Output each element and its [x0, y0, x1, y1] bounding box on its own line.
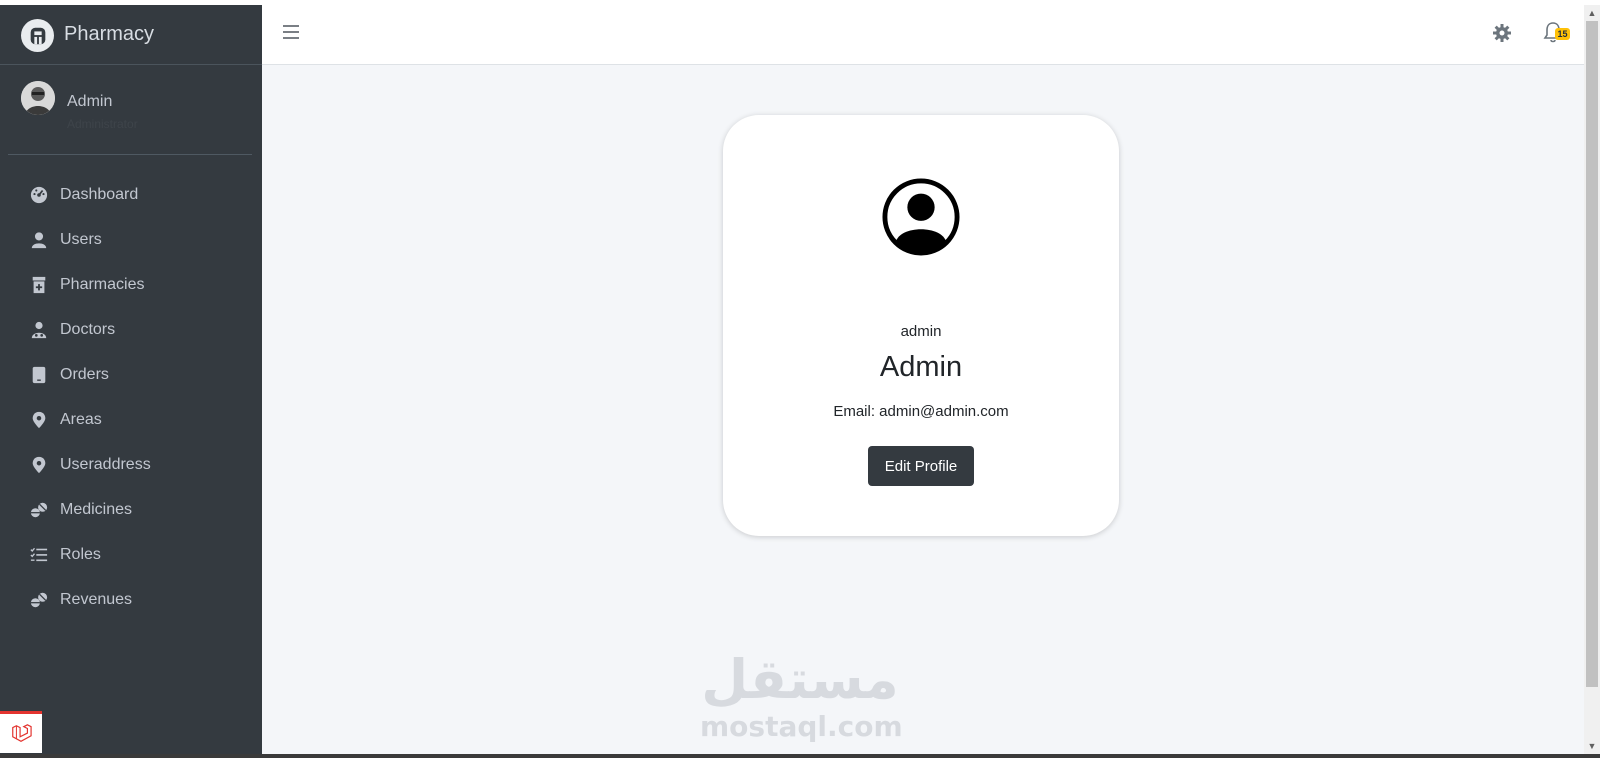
laravel-debug-badge[interactable]	[0, 711, 42, 753]
user-name[interactable]: Admin	[67, 93, 112, 111]
notification-count-badge: 15	[1555, 28, 1570, 40]
bottom-edge	[0, 754, 1600, 758]
sidebar-item-medicines[interactable]: Medicines	[0, 487, 262, 532]
pills-icon	[28, 499, 50, 521]
brand-logo-glyph	[30, 27, 45, 44]
prescription-bottle-icon	[28, 274, 50, 296]
gear-icon[interactable]	[1492, 23, 1512, 43]
sidebar-item-doctors[interactable]: Doctors	[0, 307, 262, 352]
sidebar-item-label: Areas	[60, 410, 102, 428]
sidebar-item-label: Useraddress	[60, 455, 151, 473]
brand-name: Pharmacy	[64, 23, 155, 45]
sidebar-item-label: Pharmacies	[60, 275, 145, 293]
pills-icon	[28, 589, 50, 611]
list-check-icon	[28, 544, 50, 566]
sidebar-item-useraddress[interactable]: Useraddress	[0, 442, 262, 487]
avatar	[21, 81, 55, 115]
sidebar-item-dashboard[interactable]: Dashboard	[0, 172, 262, 217]
sidebar-item-users[interactable]: Users	[0, 217, 262, 262]
sidebar-item-pharmacies[interactable]: Pharmacies	[0, 262, 262, 307]
brand-link[interactable]: Pharmacy	[0, 5, 262, 65]
tablet-icon	[28, 364, 50, 386]
sidebar-item-orders[interactable]: Orders	[0, 352, 262, 397]
sidebar-item-label: Revenues	[60, 590, 133, 608]
profile-name: Admin	[879, 351, 963, 383]
sidebar-item-roles[interactable]: Roles	[0, 532, 262, 577]
sidebar-item-revenues[interactable]: Revenues	[0, 577, 262, 622]
map-marker-icon	[28, 454, 50, 476]
menu-toggle-icon[interactable]	[283, 25, 299, 43]
watermark-arabic: مستقل	[701, 648, 899, 711]
sidebar-item-areas[interactable]: Areas	[0, 397, 262, 442]
user-doctor-icon	[28, 319, 50, 341]
watermark-latin: mostaql.com	[700, 710, 903, 743]
sidebar-item-label: Orders	[60, 365, 109, 383]
laravel-icon	[12, 723, 32, 742]
scroll-thumb[interactable]	[1586, 21, 1598, 687]
scroll-down-arrow-icon[interactable]: ▼	[1584, 738, 1600, 754]
brand-logo-icon	[21, 19, 54, 52]
profile-card: admin Admin Email: admin@admin.com Edit …	[723, 115, 1119, 536]
user-role: Administrator	[67, 117, 138, 131]
sidebar: Pharmacy Admin Administrator Dashboard U…	[0, 5, 262, 754]
sidebar-item-label: Roles	[60, 545, 101, 563]
edit-profile-button[interactable]: Edit Profile	[868, 446, 974, 486]
sidebar-item-label: Users	[60, 230, 102, 248]
scroll-up-arrow-icon[interactable]: ▲	[1584, 5, 1600, 21]
profile-username: admin	[900, 323, 942, 340]
sidebar-item-label: Dashboard	[60, 185, 139, 203]
app-frame: Pharmacy Admin Administrator Dashboard U…	[0, 0, 1600, 758]
user-panel[interactable]: Admin Administrator	[8, 65, 252, 155]
map-marker-icon	[28, 409, 50, 431]
tachometer-icon	[28, 184, 50, 206]
sidebar-nav: Dashboard Users Pharmacies Doctors Order…	[0, 172, 262, 622]
top-navbar: 15	[262, 5, 1584, 65]
sidebar-item-label: Doctors	[60, 320, 116, 338]
profile-email: Email: admin@admin.com	[833, 403, 1009, 420]
sidebar-item-label: Medicines	[60, 500, 133, 518]
user-circle-icon	[882, 178, 960, 256]
user-icon	[28, 229, 50, 251]
vertical-scrollbar[interactable]: ▲ ▼	[1584, 5, 1600, 754]
